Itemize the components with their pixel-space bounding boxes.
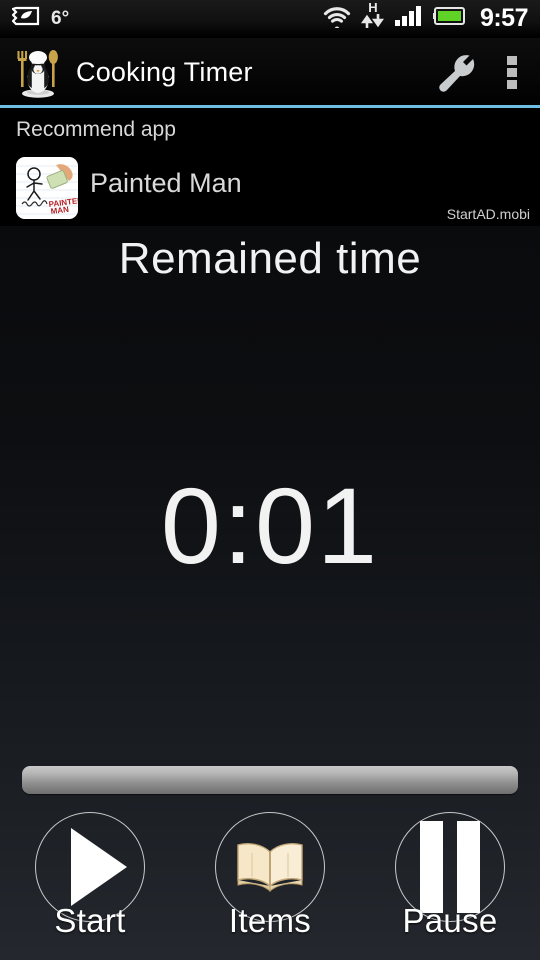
pause-icon [420, 821, 480, 913]
play-icon [71, 828, 127, 906]
network-type-label: H [368, 0, 378, 15]
eco-leaf-icon [10, 5, 42, 32]
pause-button-label: Pause [402, 902, 498, 939]
banner-attribution[interactable]: StartAD.mobi [447, 206, 530, 222]
control-buttons: Start Items Pause [0, 812, 540, 952]
status-bar-left: 6° [10, 5, 70, 32]
items-button[interactable]: Items [190, 812, 350, 952]
cellular-signal-icon [394, 5, 424, 32]
timer-progress-bar[interactable] [22, 766, 518, 794]
status-clock: 9:57 [479, 4, 529, 32]
action-bar: Cooking Timer [0, 38, 540, 107]
wifi-icon [322, 5, 352, 33]
recommend-app-banner[interactable]: Recommend app PAINTED MAN Painted Man St… [0, 108, 540, 226]
remained-time-label: Remained time [118, 234, 422, 283]
timer-display: 0:01 [160, 465, 380, 586]
pause-button[interactable]: Pause [370, 812, 530, 952]
start-button[interactable]: Start [10, 812, 170, 952]
items-button-label: Items [228, 902, 312, 939]
start-button-label: Start [54, 902, 126, 939]
action-bar-actions [434, 53, 526, 93]
network-type-indicator: H [360, 0, 385, 34]
open-book-icon [232, 836, 308, 899]
overflow-menu-icon[interactable] [506, 54, 518, 92]
status-bar: 6° H 9:57 [0, 0, 540, 38]
status-bar-right: H 9:57 [322, 0, 529, 34]
status-temperature: 6° [51, 7, 70, 29]
banner-app-name[interactable]: Painted Man [90, 168, 242, 199]
page-title: Cooking Timer [76, 57, 253, 87]
timer-main: Remained time 0:01 Start Items Pause [0, 226, 540, 960]
app-screen: 6° H 9:57 Cooking Timer Recommend app PA… [0, 0, 540, 960]
banner-heading: Recommend app [16, 118, 176, 141]
painted-man-app-icon[interactable]: PAINTED MAN [16, 157, 78, 219]
penguin-chef-icon[interactable] [14, 47, 62, 99]
wrench-icon[interactable] [434, 53, 478, 93]
battery-icon [432, 6, 467, 31]
data-transfer-arrows-icon [360, 13, 385, 34]
